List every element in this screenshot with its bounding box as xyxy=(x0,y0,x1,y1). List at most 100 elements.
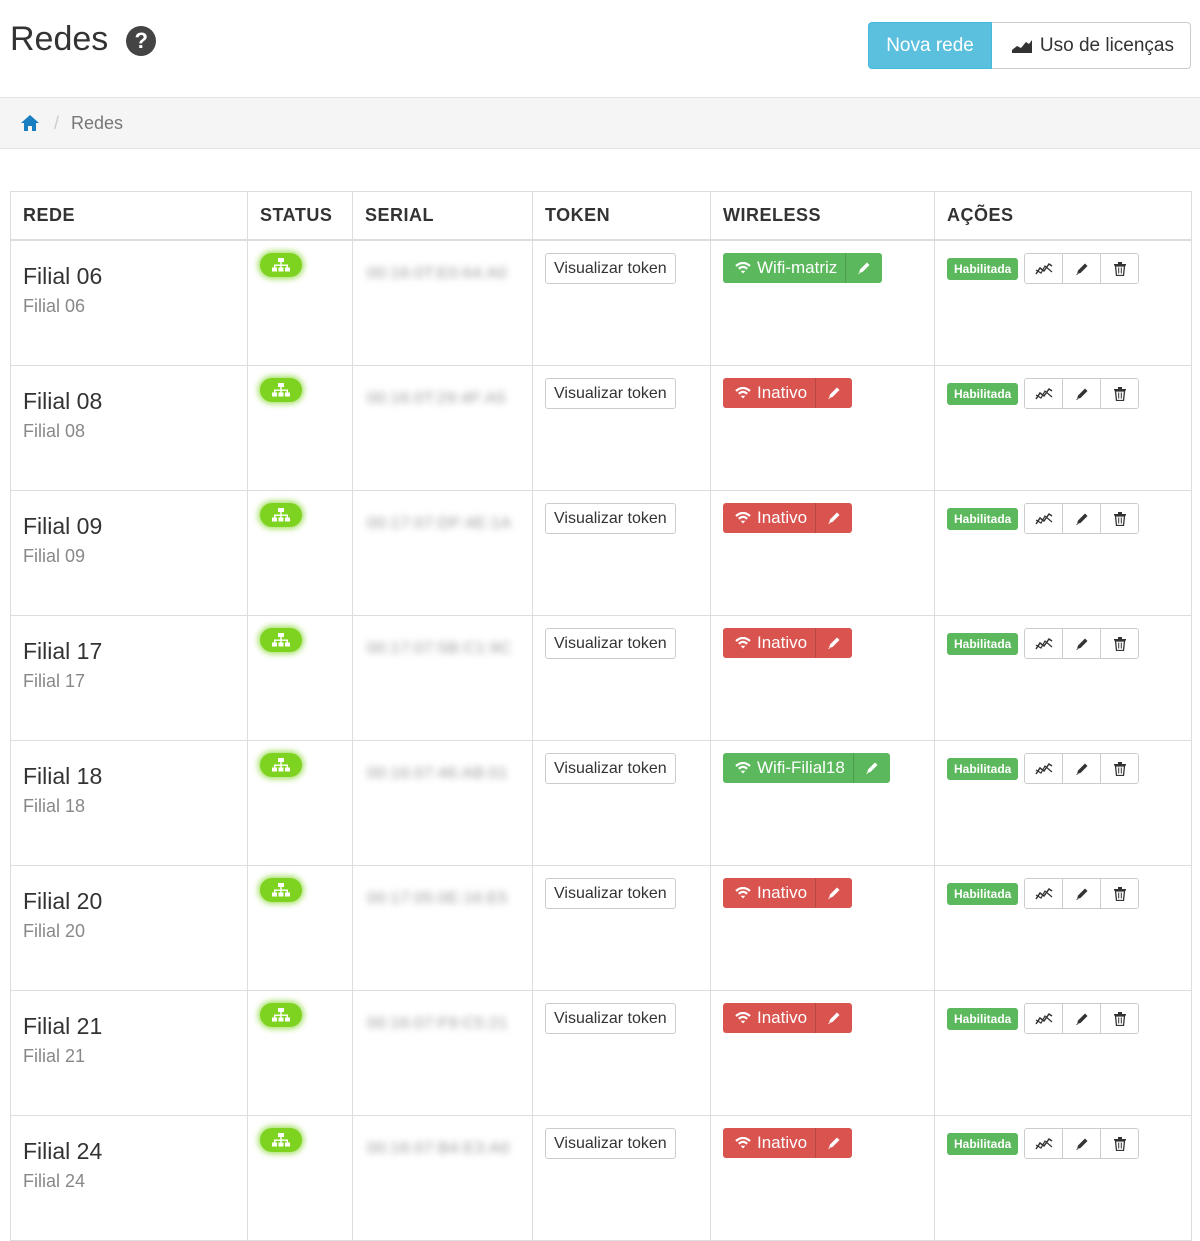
network-tree-icon xyxy=(272,633,290,647)
area-chart-icon xyxy=(1011,39,1032,53)
page-title-text: Redes xyxy=(10,20,109,58)
trash-icon xyxy=(1113,511,1126,526)
view-token-button[interactable]: Visualizar token xyxy=(545,1003,676,1034)
view-token-button[interactable]: Visualizar token xyxy=(545,1128,676,1159)
network-name-cell: Filial 21 Filial 21 xyxy=(10,990,248,1116)
serial-number: 00:17:07:5B:C1:9C xyxy=(367,640,512,657)
edit-button[interactable] xyxy=(1063,379,1102,408)
view-token-button[interactable]: Visualizar token xyxy=(545,753,676,784)
edit-button[interactable] xyxy=(1063,879,1102,908)
wireless-status-button[interactable]: Inativo xyxy=(723,628,815,658)
network-name[interactable]: Filial 18 xyxy=(23,763,235,790)
status-badge xyxy=(260,878,302,902)
token-cell: Visualizar token xyxy=(532,490,711,616)
status-cell xyxy=(247,740,353,866)
wireless-edit-button[interactable] xyxy=(815,503,852,533)
edit-button[interactable] xyxy=(1063,1004,1102,1033)
wifi-icon xyxy=(735,762,751,774)
serial-number: 00:16:0T:E0:64:A0 xyxy=(367,265,508,282)
view-token-button[interactable]: Visualizar token xyxy=(545,628,676,659)
wifi-icon xyxy=(735,262,751,274)
delete-button[interactable] xyxy=(1101,504,1139,533)
delete-button[interactable] xyxy=(1101,629,1139,658)
actions-cell: Habilitada xyxy=(934,1115,1192,1241)
wireless-label: Inativo xyxy=(757,1133,808,1152)
delete-button[interactable] xyxy=(1101,1004,1139,1033)
stats-button[interactable] xyxy=(1025,254,1064,283)
network-name[interactable]: Filial 09 xyxy=(23,513,235,540)
wireless-status-button[interactable]: Inativo xyxy=(723,1128,815,1158)
new-network-button[interactable]: Nova rede xyxy=(868,22,992,69)
token-cell: Visualizar token xyxy=(532,1115,711,1241)
wireless-cell: Inativo xyxy=(710,1115,935,1241)
network-name-cell: Filial 08 Filial 08 xyxy=(10,365,248,491)
wireless-edit-button[interactable] xyxy=(845,253,882,283)
wireless-button-group: Inativo xyxy=(723,1003,853,1033)
network-subtitle: Filial 06 xyxy=(23,296,86,316)
wireless-edit-button[interactable] xyxy=(815,628,852,658)
delete-button[interactable] xyxy=(1101,254,1139,283)
network-name[interactable]: Filial 21 xyxy=(23,1013,235,1040)
wifi-icon xyxy=(735,387,751,399)
wireless-edit-button[interactable] xyxy=(815,1003,852,1033)
edit-button[interactable] xyxy=(1063,629,1102,658)
wireless-status-button[interactable]: Inativo xyxy=(723,378,815,408)
view-token-button[interactable]: Visualizar token xyxy=(545,503,676,534)
status-cell xyxy=(247,990,353,1116)
wireless-edit-button[interactable] xyxy=(852,753,890,783)
edit-button[interactable] xyxy=(1063,254,1102,283)
question-circle-icon[interactable]: ? xyxy=(126,25,157,56)
delete-button[interactable] xyxy=(1101,754,1139,783)
column-header-serial[interactable]: SERIAL xyxy=(352,191,533,241)
stats-button[interactable] xyxy=(1025,1004,1064,1033)
trash-icon xyxy=(1113,636,1126,651)
status-cell xyxy=(247,239,353,366)
wireless-status-button[interactable]: Inativo xyxy=(723,878,815,908)
view-token-button[interactable]: Visualizar token xyxy=(545,253,676,284)
delete-button[interactable] xyxy=(1101,879,1139,908)
column-header-token[interactable]: TOKEN xyxy=(532,191,711,241)
status-cell xyxy=(247,490,353,616)
actions-group: Habilitada xyxy=(947,253,1179,284)
view-token-button[interactable]: Visualizar token xyxy=(545,878,676,909)
wireless-status-button[interactable]: Inativo xyxy=(723,503,815,533)
wireless-edit-button[interactable] xyxy=(815,878,852,908)
wireless-status-button[interactable]: Wifi-matriz xyxy=(723,253,845,283)
action-buttons xyxy=(1024,1003,1140,1034)
edit-button[interactable] xyxy=(1063,754,1102,783)
network-name[interactable]: Filial 24 xyxy=(23,1138,235,1165)
home-icon[interactable] xyxy=(20,113,40,133)
trash-icon xyxy=(1113,1136,1126,1151)
network-name[interactable]: Filial 06 xyxy=(23,263,235,290)
wireless-status-button[interactable]: Inativo xyxy=(723,1003,815,1033)
edit-button[interactable] xyxy=(1063,1129,1102,1158)
view-token-button[interactable]: Visualizar token xyxy=(545,378,676,409)
delete-button[interactable] xyxy=(1101,379,1139,408)
table-row: Filial 20 Filial 20 00:17:05:0E:16:E5 Vi… xyxy=(10,865,1192,991)
column-header-status[interactable]: STATUS xyxy=(247,191,353,241)
network-tree-icon xyxy=(272,883,290,897)
stats-button[interactable] xyxy=(1025,379,1064,408)
wireless-edit-button[interactable] xyxy=(815,378,852,408)
network-name[interactable]: Filial 20 xyxy=(23,888,235,915)
enabled-badge: Habilitada xyxy=(947,632,1019,655)
network-name[interactable]: Filial 08 xyxy=(23,388,235,415)
edit-button[interactable] xyxy=(1063,504,1102,533)
header-actions: Nova rede Uso de licenças xyxy=(868,22,1191,69)
column-header-acoes[interactable]: AÇÕES xyxy=(934,191,1192,241)
stats-button[interactable] xyxy=(1025,1129,1064,1158)
wireless-status-button[interactable]: Wifi-Filial18 xyxy=(723,753,853,783)
stats-button[interactable] xyxy=(1025,879,1064,908)
stats-button[interactable] xyxy=(1025,504,1064,533)
wireless-edit-button[interactable] xyxy=(815,1128,852,1158)
actions-group: Habilitada xyxy=(947,753,1179,784)
network-name[interactable]: Filial 17 xyxy=(23,638,235,665)
delete-button[interactable] xyxy=(1101,1129,1139,1158)
license-usage-button[interactable]: Uso de licenças xyxy=(991,22,1191,69)
serial-number: 00:16:07:46:AB:01 xyxy=(367,765,509,782)
wireless-cell: Inativo xyxy=(710,615,935,741)
column-header-wireless[interactable]: WIRELESS xyxy=(710,191,935,241)
column-header-rede[interactable]: REDE xyxy=(10,191,248,241)
stats-button[interactable] xyxy=(1025,754,1064,783)
stats-button[interactable] xyxy=(1025,629,1064,658)
